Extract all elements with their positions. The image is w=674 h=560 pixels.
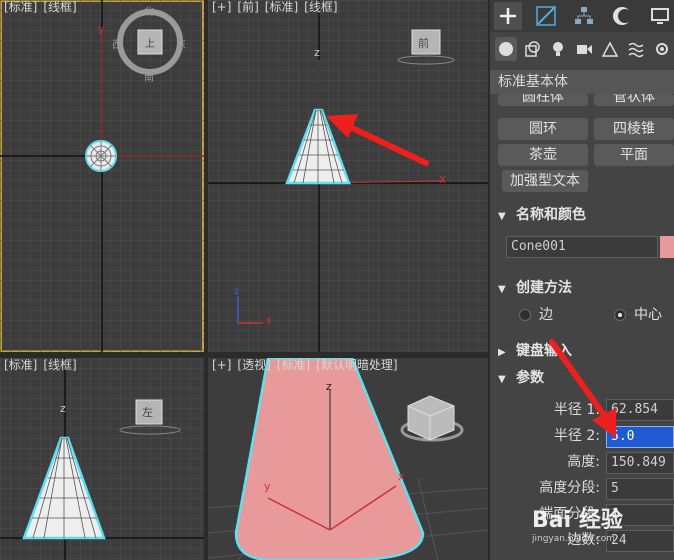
gizmo-z-label: z bbox=[234, 286, 240, 297]
creation-method-rollout[interactable]: ▼ 创建方法 bbox=[490, 276, 674, 300]
viewport-label[interactable]: [标准] [线框] bbox=[4, 358, 83, 373]
rollout-collapsed-icon: ▶ bbox=[498, 347, 506, 358]
viewport-left[interactable]: [标准] [线框] 左 z bbox=[0, 358, 204, 560]
display-tab-icon[interactable] bbox=[646, 2, 674, 30]
radius1-input[interactable]: 62.854 bbox=[606, 399, 674, 421]
name-color-rollout[interactable]: ▼ 名称和颜色 bbox=[490, 203, 674, 227]
command-panel: 标准基本体 圆柱体 管状体 圆环 四棱锥 茶壶 平面 加强型文本 ▼ 名称和颜色 … bbox=[490, 0, 674, 560]
radius2-input[interactable]: 5.0 bbox=[606, 426, 674, 448]
axis-x-label: x bbox=[439, 172, 447, 186]
motion-tab-icon[interactable] bbox=[608, 2, 636, 30]
axis-y-label: y bbox=[264, 480, 271, 493]
primitive-type-dropdown[interactable]: 标准基本体 bbox=[490, 70, 674, 94]
height-segments-label: 高度分段: bbox=[539, 480, 600, 496]
viewport-label[interactable]: [+] [前] [标准] [线框] bbox=[212, 0, 344, 15]
center-radio-label: 中心 bbox=[634, 307, 662, 323]
torus-button[interactable]: 圆环 bbox=[498, 118, 588, 140]
rollout-expanded-icon: ▼ bbox=[498, 211, 506, 222]
parameters-rollout[interactable]: ▼ 参数 bbox=[490, 366, 674, 390]
height-label: 高度: bbox=[567, 454, 600, 470]
systems-icon[interactable] bbox=[651, 37, 673, 61]
viewport-front[interactable]: [+] [前] [标准] [线框] 前 z x z x bbox=[208, 0, 488, 352]
center-radio[interactable] bbox=[614, 309, 626, 321]
spacewarps-icon[interactable] bbox=[625, 37, 647, 61]
cameras-icon[interactable] bbox=[573, 37, 595, 61]
modify-tab-icon[interactable] bbox=[532, 2, 560, 30]
edge-radio-label: 边 bbox=[539, 307, 553, 323]
hierarchy-tab-icon[interactable] bbox=[570, 2, 598, 30]
radius1-label: 半径 1: bbox=[553, 402, 600, 418]
lights-icon[interactable] bbox=[547, 37, 569, 61]
compass-north-label: 北 bbox=[144, 7, 154, 18]
geometry-icon[interactable] bbox=[495, 37, 517, 61]
teapot-button[interactable]: 茶壶 bbox=[498, 144, 588, 166]
height-segments-input[interactable]: 5 bbox=[606, 478, 674, 500]
keyboard-entry-rollout[interactable]: ▶ 键盘输入 bbox=[490, 339, 674, 363]
shapes-icon[interactable] bbox=[521, 37, 543, 61]
axis-z-label: z bbox=[326, 380, 332, 393]
command-panel-tabs bbox=[490, 0, 674, 32]
pyramid-button[interactable]: 四棱锥 bbox=[594, 118, 674, 140]
object-color-swatch[interactable] bbox=[660, 236, 674, 258]
radius2-label: 半径 2: bbox=[553, 428, 600, 444]
height-input[interactable]: 150.849 bbox=[606, 452, 674, 474]
cylinder-button[interactable]: 圆柱体 bbox=[498, 94, 588, 106]
top-view-canvas bbox=[0, 0, 204, 352]
compass-east-label: 东 bbox=[176, 40, 186, 51]
rollout-expanded-icon: ▼ bbox=[498, 374, 506, 385]
rollout-expanded-icon: ▼ bbox=[498, 284, 506, 295]
axis-z-label: z bbox=[314, 46, 320, 59]
axis-x-label: x bbox=[398, 470, 405, 483]
viewport-perspective[interactable]: [+] [透视] [标准] [默认明暗处理] z y x bbox=[208, 358, 488, 560]
viewcube-face-label[interactable]: 左 bbox=[142, 404, 153, 420]
compass-south-label: 南 bbox=[144, 73, 154, 84]
create-category-bar bbox=[490, 34, 674, 64]
viewcube-face-label[interactable]: 上 bbox=[145, 35, 155, 50]
textplus-button[interactable]: 加强型文本 bbox=[502, 170, 588, 192]
plane-button[interactable]: 平面 bbox=[594, 144, 674, 166]
watermark: Bai 经验 jingyan.baidu.com bbox=[532, 508, 623, 544]
tube-button[interactable]: 管状体 bbox=[594, 94, 674, 106]
viewport-label[interactable]: [+] [透视] [标准] [默认明暗处理] bbox=[212, 358, 404, 373]
viewport-label[interactable]: [标准] [线框] bbox=[4, 0, 83, 15]
viewcube-face-label[interactable]: 前 bbox=[418, 35, 429, 51]
helpers-icon[interactable] bbox=[599, 37, 621, 61]
gizmo-x-label: x bbox=[266, 315, 272, 326]
object-name-input[interactable]: Cone001 bbox=[506, 236, 658, 258]
viewport-top[interactable]: [标准] [线框] 北 南 东 西 上 y bbox=[0, 0, 204, 352]
left-view-canvas bbox=[0, 358, 204, 560]
edge-radio[interactable] bbox=[519, 309, 531, 321]
axis-z-label: z bbox=[60, 402, 66, 415]
axis-y-label: y bbox=[98, 22, 105, 35]
create-tab-icon[interactable] bbox=[494, 2, 522, 30]
perspective-view-canvas bbox=[208, 358, 488, 560]
compass-west-label: 西 bbox=[112, 40, 122, 51]
